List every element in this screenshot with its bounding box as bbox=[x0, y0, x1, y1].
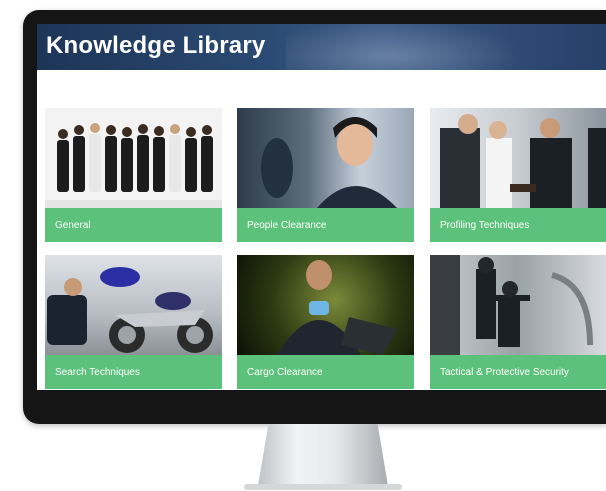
officer-with-tablet-photo bbox=[237, 255, 414, 355]
tile-label: General bbox=[45, 208, 222, 242]
armed-officers-training-photo bbox=[430, 255, 606, 355]
monitor-stand-base bbox=[244, 484, 402, 490]
officer-inspecting-motorcycle-photo bbox=[45, 255, 222, 355]
tile-label: People Clearance bbox=[237, 208, 414, 242]
officer-checking-document-photo bbox=[430, 108, 606, 208]
banner-background-image bbox=[286, 24, 546, 70]
tile-label: Profiling Techniques bbox=[430, 208, 606, 242]
tile-label: Tactical & Protective Security bbox=[430, 355, 606, 389]
tile-label: Cargo Clearance bbox=[237, 355, 414, 389]
header-banner: Knowledge Library bbox=[37, 24, 606, 70]
monitor-stand-neck bbox=[258, 424, 388, 486]
page-title: Knowledge Library bbox=[46, 32, 266, 59]
uniformed-staff-group-photo bbox=[45, 108, 222, 208]
app-screen: Knowledge Library General People Clearan… bbox=[37, 24, 606, 390]
officer-portrait-photo bbox=[237, 108, 414, 208]
tile-label: Search Techniques bbox=[45, 355, 222, 389]
